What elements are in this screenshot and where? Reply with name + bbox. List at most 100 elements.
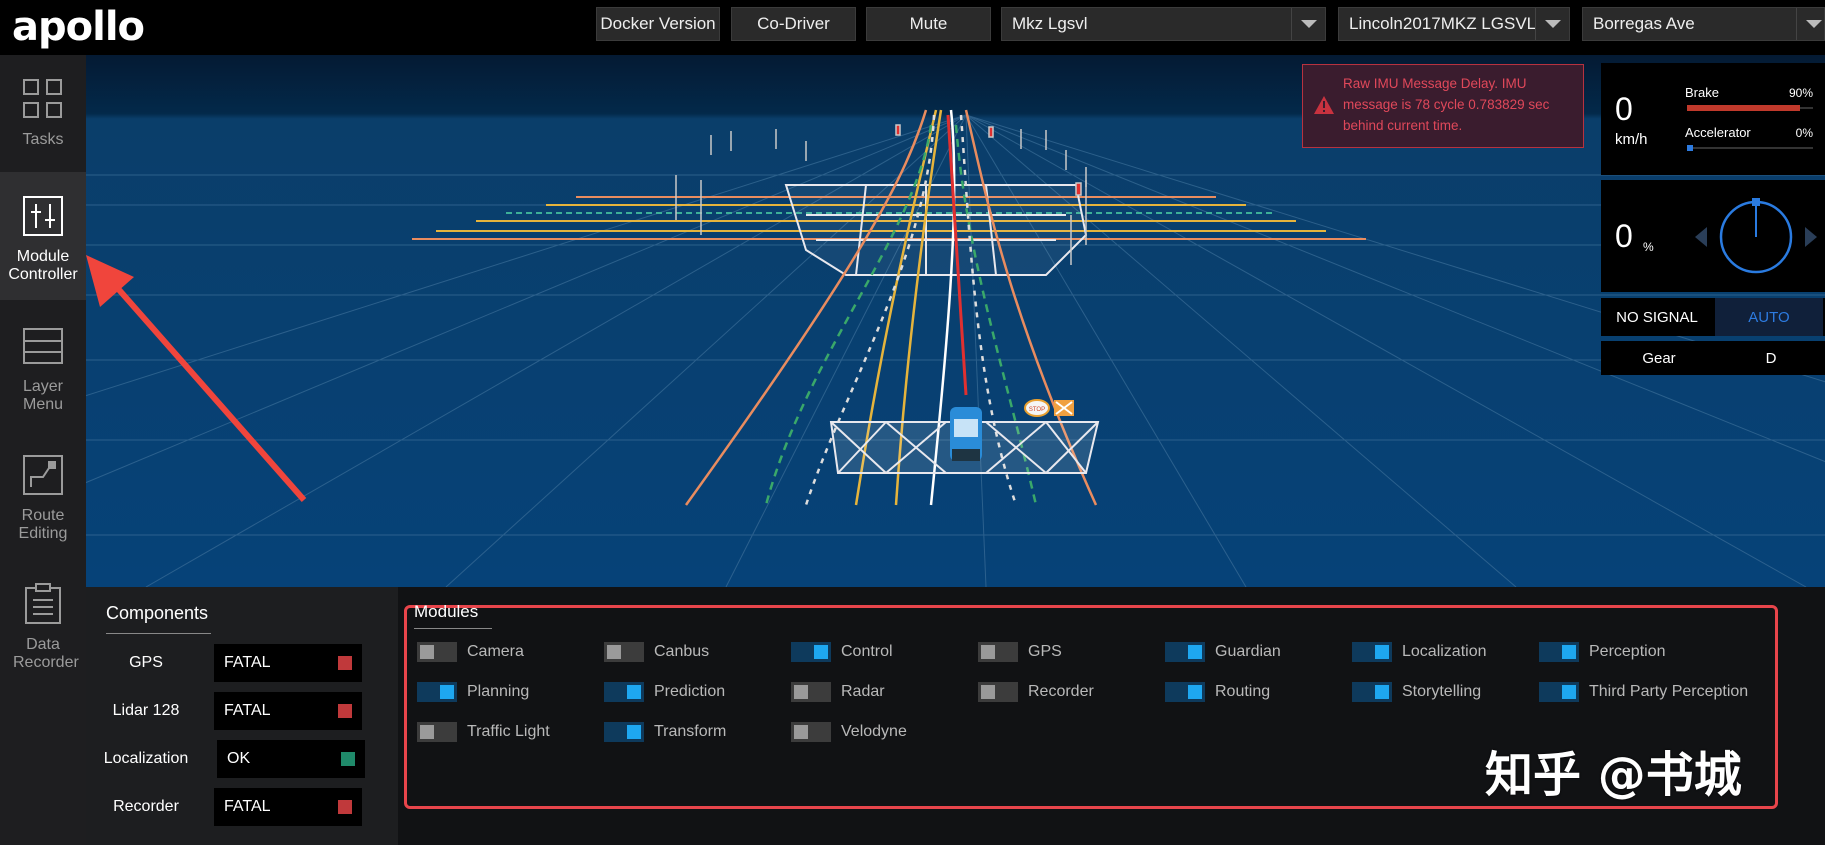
module-control[interactable]: Control (791, 642, 893, 662)
nav-layer-menu[interactable]: Layer Menu (0, 302, 86, 430)
module-storytelling[interactable]: Storytelling (1352, 682, 1481, 702)
accelerator-bar (1687, 145, 1813, 151)
module-toggle[interactable] (417, 722, 457, 742)
nav-module-controller[interactable]: Module Controller (0, 172, 86, 300)
accelerator-percent: 0% (1795, 126, 1813, 140)
module-toggle[interactable] (417, 682, 457, 702)
sliders-icon (23, 196, 63, 236)
module-toggle[interactable] (417, 642, 457, 662)
co-driver-button[interactable]: Co-Driver (731, 7, 856, 41)
module-toggle[interactable] (1165, 642, 1205, 662)
module-gps[interactable]: GPS (978, 642, 1062, 662)
toggle-knob (1562, 685, 1576, 699)
module-label: Storytelling (1402, 683, 1482, 700)
toggle-knob (627, 725, 641, 739)
nav-label: Layer Menu (22, 378, 64, 413)
mute-button[interactable]: Mute (866, 7, 991, 41)
mode-select[interactable]: Mkz Lgsvl (1001, 7, 1326, 41)
module-radar[interactable]: Radar (791, 682, 885, 702)
module-velodyne[interactable]: Velodyne (791, 722, 907, 742)
imu-delay-alert: Raw IMU Message Delay. IMU message is 78… (1302, 64, 1584, 148)
speed-value: 0 (1615, 91, 1633, 127)
chevron-down-icon (1535, 8, 1569, 40)
warning-icon (1314, 96, 1334, 114)
steering-unit: % (1643, 240, 1654, 254)
toggle-knob (981, 685, 995, 699)
vehicle-select-value: Lincoln2017MKZ LGSVL (1349, 14, 1537, 33)
component-status: OK (217, 740, 365, 778)
module-recorder[interactable]: Recorder (978, 682, 1094, 702)
module-label: Radar (841, 683, 885, 700)
bottom-panel: Components GPS FATAL Lidar 128 FATAL Loc… (86, 587, 1825, 845)
module-toggle[interactable] (791, 682, 831, 702)
component-name: Lidar 128 (112, 702, 180, 719)
module-toggle[interactable] (604, 682, 644, 702)
nav-label: Tasks (22, 131, 64, 148)
component-status: FATAL (214, 788, 362, 826)
module-perception[interactable]: Perception (1539, 642, 1666, 662)
toggle-knob (1188, 645, 1202, 659)
module-toggle[interactable] (1539, 682, 1579, 702)
module-label: Planning (467, 683, 530, 700)
nav-label: Route Editing (18, 507, 68, 542)
map-select-value: Borregas Ave (1593, 14, 1695, 33)
signal-status: NO SIGNAL (1601, 298, 1713, 336)
toggle-knob (814, 645, 828, 659)
module-toggle[interactable] (791, 642, 831, 662)
nav-route-editing[interactable]: Route Editing (0, 431, 86, 559)
gear-panel: Gear D (1601, 341, 1825, 375)
module-prediction[interactable]: Prediction (604, 682, 725, 702)
module-toggle[interactable] (978, 682, 1018, 702)
module-toggle[interactable] (604, 642, 644, 662)
component-status: FATAL (214, 692, 362, 730)
component-name: Recorder (113, 798, 179, 815)
top-bar: apollo Docker Version Co-Driver Mute Mkz… (0, 0, 1825, 55)
module-guardian[interactable]: Guardian (1165, 642, 1281, 662)
apollo-dreamview: apollo Docker Version Co-Driver Mute Mkz… (0, 0, 1825, 845)
module-toggle[interactable] (1352, 682, 1392, 702)
vehicle-select[interactable]: Lincoln2017MKZ LGSVL (1338, 7, 1570, 41)
gear-label: Gear (1642, 349, 1676, 367)
module-label: Transform (654, 723, 727, 740)
map-select[interactable]: Borregas Ave (1582, 7, 1825, 41)
module-toggle[interactable] (604, 722, 644, 742)
docker-version-button[interactable]: Docker Version (596, 7, 720, 41)
module-camera[interactable]: Camera (417, 642, 524, 662)
components-title: Components (106, 603, 209, 623)
module-label: Canbus (654, 643, 710, 660)
components-title-underline (106, 633, 211, 634)
module-toggle[interactable] (978, 642, 1018, 662)
module-toggle[interactable] (791, 722, 831, 742)
component-row-gps: GPS FATAL (86, 644, 398, 682)
nav-tasks[interactable]: Tasks (0, 55, 86, 183)
module-localization[interactable]: Localization (1352, 642, 1487, 662)
brake-label: Brake (1685, 85, 1719, 100)
module-toggle[interactable] (1165, 682, 1205, 702)
module-toggle[interactable] (1352, 642, 1392, 662)
side-nav: Tasks Module Controller Layer Menu Route… (0, 55, 86, 845)
module-toggle[interactable] (1539, 642, 1579, 662)
module-third-party-perception[interactable]: Third Party Perception (1539, 682, 1748, 702)
module-transform[interactable]: Transform (604, 722, 726, 742)
component-name: GPS (129, 654, 163, 671)
nav-label: Data Recorder (13, 636, 79, 671)
nav-data-recorder[interactable]: Data Recorder (0, 560, 86, 688)
signal-panel: NO SIGNAL AUTO (1601, 298, 1825, 336)
module-traffic-light[interactable]: Traffic Light (417, 722, 550, 742)
brake-bar-fill (1687, 105, 1801, 111)
route-icon (23, 455, 63, 495)
speed-unit: km/h (1615, 131, 1648, 148)
module-routing[interactable]: Routing (1165, 682, 1270, 702)
alert-message: Raw IMU Message Delay. IMU message is 78… (1343, 76, 1550, 133)
status-dot-icon (338, 800, 352, 814)
toggle-knob (627, 685, 641, 699)
component-row-localization: Localization OK (86, 740, 398, 778)
toggle-knob (1375, 685, 1389, 699)
module-label: Velodyne (841, 723, 907, 740)
speed-panel: 0 km/h Brake 90% Accelerator 0% (1601, 63, 1825, 175)
module-canbus[interactable]: Canbus (604, 642, 709, 662)
chevron-down-icon (1796, 8, 1825, 40)
module-planning[interactable]: Planning (417, 682, 529, 702)
module-label: GPS (1028, 643, 1062, 660)
modules-title-underline (414, 628, 492, 629)
